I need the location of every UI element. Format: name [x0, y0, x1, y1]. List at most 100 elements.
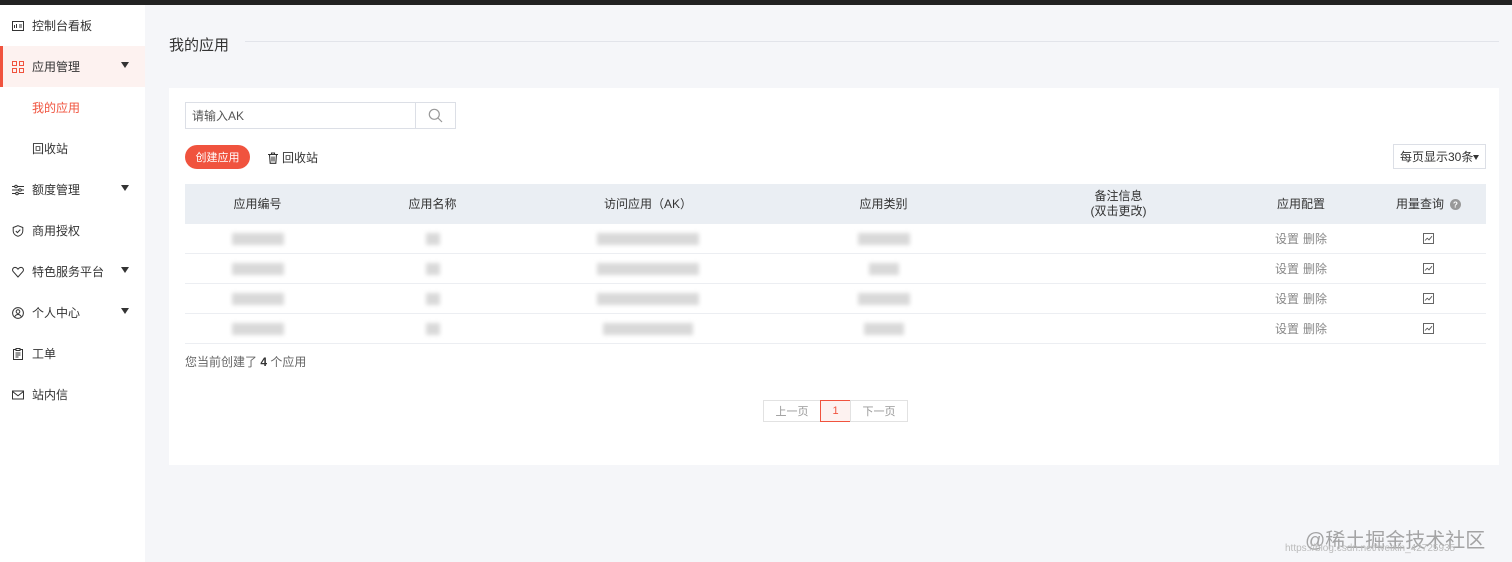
cell-category	[761, 314, 1006, 343]
column-header-category: 应用类别	[859, 196, 908, 211]
prev-page-button[interactable]: 上一页	[763, 400, 821, 422]
cell-config: 设置 删除	[1231, 224, 1371, 253]
clipboard-icon	[12, 347, 24, 360]
usage-chart-icon[interactable]	[1423, 263, 1434, 274]
sidebar-item-quota-management[interactable]: 额度管理	[0, 169, 145, 210]
column-header-usage: 用量查询 ?	[1371, 197, 1486, 212]
cell-app-id	[185, 284, 330, 313]
table-header: 应用编号 应用名称 访问应用（AK） 应用类别 备注信息 (双击更改) 应用配置…	[185, 184, 1486, 224]
page-size-value: 每页显示30条	[1400, 150, 1474, 164]
caret-down-icon	[121, 62, 129, 68]
sidebar-item-label: 工单	[32, 347, 57, 361]
cell-usage	[1371, 224, 1486, 253]
next-page-button[interactable]: 下一页	[850, 400, 908, 422]
caret-down-icon	[1473, 155, 1479, 160]
delete-link[interactable]: 删除	[1303, 230, 1327, 247]
sidebar-item-inbox[interactable]: 站内信	[0, 374, 145, 415]
pagination: 上一页 1 下一页	[763, 400, 908, 422]
sliders-icon	[12, 184, 24, 196]
shield-check-icon	[12, 224, 24, 237]
cell-remark[interactable]	[1006, 224, 1231, 253]
settings-link[interactable]: 设置	[1275, 320, 1299, 337]
recycle-bin-label: 回收站	[282, 151, 319, 165]
trash-icon	[268, 151, 278, 164]
table-row: 设置 删除	[185, 284, 1486, 314]
cell-remark[interactable]	[1006, 254, 1231, 283]
sidebar-item-tickets[interactable]: 工单	[0, 333, 145, 374]
column-header-app-id: 应用编号	[233, 196, 282, 211]
page-title: 我的应用	[169, 37, 230, 54]
help-icon[interactable]: ?	[1450, 198, 1461, 210]
caret-down-icon	[121, 185, 129, 191]
search-box	[185, 102, 456, 129]
search-icon	[428, 108, 443, 123]
sidebar-item-commercial-license[interactable]: 商用授权	[0, 210, 145, 251]
sidebar-item-featured-services[interactable]: 特色服务平台	[0, 251, 145, 292]
create-app-button[interactable]: 创建应用	[185, 145, 250, 169]
app-count-text: 您当前创建了 4 个应用	[185, 353, 306, 370]
table-row: 设置 删除	[185, 314, 1486, 344]
sidebar-item-personal-center[interactable]: 个人中心	[0, 292, 145, 333]
cell-app-id	[185, 224, 330, 253]
settings-link[interactable]: 设置	[1275, 290, 1299, 307]
sidebar-item-label: 站内信	[32, 388, 69, 402]
heart-shield-icon	[12, 266, 24, 278]
sidebar-item-app-management[interactable]: 应用管理	[0, 46, 145, 87]
cell-remark[interactable]	[1006, 314, 1231, 343]
cell-category	[761, 254, 1006, 283]
cell-config: 设置 删除	[1231, 254, 1371, 283]
settings-link[interactable]: 设置	[1275, 230, 1299, 247]
apps-card: 创建应用 回收站 每页显示30条 应用编号 应用名称 访问应用（AK） 应用类别…	[169, 88, 1499, 465]
delete-link[interactable]: 删除	[1303, 320, 1327, 337]
cell-app-id	[185, 314, 330, 343]
cell-app-name	[330, 284, 535, 313]
usage-header-label: 用量查询	[1395, 196, 1444, 211]
cell-app-id	[185, 254, 330, 283]
settings-link[interactable]: 设置	[1275, 260, 1299, 277]
recycle-bin-link[interactable]: 回收站	[267, 149, 318, 166]
search-input[interactable]	[186, 103, 415, 128]
usage-chart-icon[interactable]	[1423, 233, 1434, 244]
delete-link[interactable]: 删除	[1303, 290, 1327, 307]
cell-ak	[535, 254, 761, 283]
cell-app-name	[330, 224, 535, 253]
sidebar-subitem-recycle-bin[interactable]: 回收站	[0, 128, 145, 169]
cell-app-name	[330, 254, 535, 283]
page-size-select[interactable]: 每页显示30条	[1393, 144, 1486, 169]
cell-usage	[1371, 254, 1486, 283]
sidebar-item-label: 控制台看板	[32, 19, 93, 33]
sidebar-item-dashboard[interactable]: 控制台看板	[0, 5, 145, 46]
title-divider	[245, 41, 1499, 42]
sidebar: 控制台看板 应用管理 我的应用 回收站 额度管理 商用授权 特色服务平台 个人中…	[0, 5, 145, 562]
cell-ak	[535, 314, 761, 343]
column-header-ak: 访问应用（AK）	[603, 196, 692, 211]
count-prefix: 您当前创建了	[185, 355, 258, 369]
sidebar-item-label: 商用授权	[32, 224, 81, 238]
mail-icon	[12, 389, 24, 401]
cell-category	[761, 224, 1006, 253]
cell-app-name	[330, 314, 535, 343]
remark-header-line1: 备注信息	[1094, 189, 1143, 203]
count-value: 4	[260, 355, 268, 369]
apps-grid-icon	[12, 60, 24, 73]
search-button[interactable]	[415, 103, 455, 128]
count-suffix: 个应用	[270, 355, 307, 369]
remark-header-line2: (双击更改)	[1090, 204, 1147, 218]
usage-chart-icon[interactable]	[1423, 323, 1434, 334]
cell-remark[interactable]	[1006, 284, 1231, 313]
column-header-remark: 备注信息 (双击更改)	[1006, 189, 1231, 219]
sidebar-subitem-my-apps[interactable]: 我的应用	[0, 87, 145, 128]
table-row: 设置 删除	[185, 254, 1486, 284]
sidebar-item-label: 特色服务平台	[32, 265, 105, 279]
cell-ak	[535, 284, 761, 313]
table-row: 设置 删除	[185, 224, 1486, 254]
apps-table: 应用编号 应用名称 访问应用（AK） 应用类别 备注信息 (双击更改) 应用配置…	[185, 184, 1486, 344]
usage-chart-icon[interactable]	[1423, 293, 1434, 304]
cell-usage	[1371, 284, 1486, 313]
cell-config: 设置 删除	[1231, 314, 1371, 343]
column-header-app-name: 应用名称	[408, 196, 457, 211]
delete-link[interactable]: 删除	[1303, 260, 1327, 277]
caret-down-icon	[121, 267, 129, 273]
caret-down-icon	[121, 308, 129, 314]
current-page-button[interactable]: 1	[820, 400, 851, 422]
